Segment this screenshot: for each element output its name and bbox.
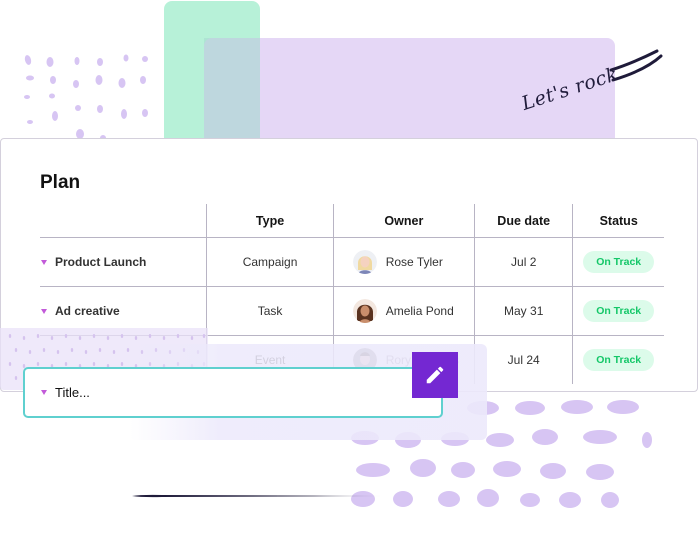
row-name: Ad creative (55, 304, 120, 318)
row-owner-cell[interactable]: Rose Tyler (332, 237, 475, 287)
edit-button[interactable] (412, 352, 458, 398)
row-due-date[interactable]: Jul 24 (474, 335, 573, 384)
swoosh-decoration (609, 49, 663, 82)
avatar (352, 250, 377, 274)
row-due-date[interactable]: Jul 2 (474, 237, 573, 287)
decorative-line (132, 494, 392, 498)
column-header-type[interactable]: Type (206, 204, 334, 238)
status-badge[interactable]: On Track (583, 349, 655, 371)
row-name-cell[interactable]: Product Launch (40, 237, 207, 287)
table-header-row: Type Owner Due date Status (40, 204, 664, 238)
row-owner-cell[interactable]: Amelia Pond (332, 286, 475, 336)
owner-name: Amelia Pond (385, 304, 454, 318)
decorative-overlap (204, 38, 260, 148)
row-type[interactable]: Campaign (206, 237, 334, 287)
row-name: Product Launch (55, 255, 147, 269)
caret-down-icon[interactable] (41, 260, 47, 266)
column-header-due-date[interactable]: Due date (474, 204, 573, 238)
status-badge[interactable]: On Track (583, 251, 655, 273)
row-due-date[interactable]: May 31 (474, 286, 573, 336)
table-row[interactable]: Product Launch Campaign Rose Tyler Jul 2… (40, 237, 664, 287)
avatar (352, 299, 377, 323)
title-placeholder: Title... (55, 385, 90, 400)
decorative-dots-top (24, 54, 148, 140)
new-item-title-input[interactable]: Title... (23, 367, 443, 418)
column-header-name[interactable] (40, 204, 207, 238)
status-badge[interactable]: On Track (583, 300, 655, 322)
pencil-icon (426, 366, 444, 384)
column-header-status[interactable]: Status (572, 204, 664, 238)
caret-down-icon[interactable] (41, 390, 47, 395)
plan-title: Plan (40, 172, 81, 193)
row-type[interactable]: Task (206, 286, 334, 336)
row-status-cell[interactable]: On Track (572, 335, 664, 384)
owner-name: Rose Tyler (385, 255, 443, 269)
column-header-owner[interactable]: Owner (332, 204, 475, 238)
row-status-cell[interactable]: On Track (572, 286, 664, 336)
row-status-cell[interactable]: On Track (572, 237, 664, 287)
caret-down-icon[interactable] (41, 309, 47, 315)
